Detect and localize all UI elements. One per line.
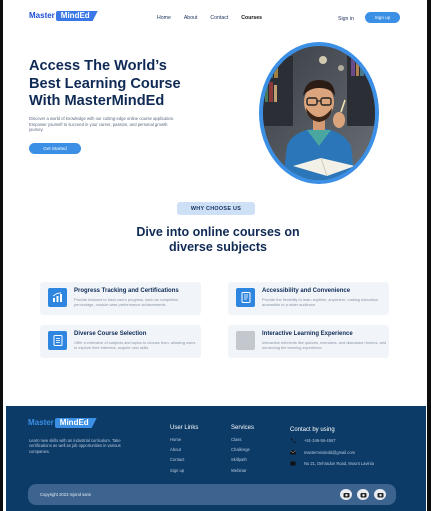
contact-email: mastermindedd@gmail.com <box>290 450 374 455</box>
service-link-class[interactable]: Class <box>231 437 254 442</box>
footer-link-home[interactable]: Home <box>170 437 198 442</box>
logo[interactable]: Master MindEd <box>29 11 98 21</box>
services: Services Class Challenge Skillpath Webin… <box>231 425 254 478</box>
get-started-button[interactable]: Get Started <box>29 143 81 154</box>
footer-description: Learn new skills with an industrial curr… <box>29 438 121 454</box>
nav-contact[interactable]: Contact <box>210 15 228 21</box>
footer-link-contact[interactable]: Contact <box>170 457 198 462</box>
social-icon-3[interactable] <box>374 489 386 500</box>
list-icon <box>48 331 67 350</box>
user-links-heading: User Links <box>170 425 199 431</box>
section-title: Dive into online courses on diverse subj… <box>136 225 300 254</box>
header: Master MindEd Home About Contact Courses… <box>0 0 431 34</box>
feature-card-interactive: Interactive Learning Experience Interact… <box>228 325 389 358</box>
contact-address: No 21, Dehradun Road, Mount Lavinia <box>290 461 374 466</box>
location-icon <box>290 461 296 466</box>
main-nav: Home About Contact Courses <box>157 15 275 21</box>
contact-heading: Contact by using <box>290 427 335 433</box>
contact-phone: +91-346-56-4567 <box>290 438 374 443</box>
chart-icon <box>48 288 67 307</box>
logo-text-master: Master <box>29 11 55 20</box>
feature-title: Diverse Course Selection <box>74 331 147 337</box>
footer-link-signup[interactable]: Sign up <box>170 468 198 473</box>
service-link-skillpath[interactable]: Skillpath <box>231 457 254 462</box>
contact-address-text: No 21, Dehradun Road, Mount Lavinia <box>304 461 374 466</box>
why-choose-us-badge: WHY CHOOSE US <box>177 202 255 215</box>
footer-logo[interactable]: Master MindEd <box>28 418 97 428</box>
feature-description: Offer a extensive of subjects and topics… <box>74 340 196 350</box>
page: Master MindEd Home About Contact Courses… <box>0 0 431 511</box>
student-studying-photo <box>263 46 375 180</box>
placeholder-icon <box>236 331 255 350</box>
feature-title: Progress Tracking and Certifications <box>74 288 179 294</box>
feature-card-diverse: Diverse Course Selection Offer a extensi… <box>40 325 201 358</box>
signup-button[interactable]: Sign up <box>365 12 400 23</box>
hero-title: Access The World’s Best Learning Course … <box>29 58 181 109</box>
logo-text-minded: MindEd <box>55 11 98 21</box>
contact-email-text[interactable]: mastermindedd@gmail.com <box>304 450 355 455</box>
footer-link-about[interactable]: About <box>170 447 198 452</box>
signin-link[interactable]: Sign in <box>338 16 354 22</box>
feature-title: Interactive Learning Experience <box>262 331 353 337</box>
service-link-webinar[interactable]: Webinar <box>231 468 254 473</box>
logo-text-master: Master <box>28 418 54 427</box>
service-link-challenge[interactable]: Challenge <box>231 447 254 452</box>
contact-info: Contact by using +91-346-56-4567 masterm… <box>290 427 374 473</box>
feature-description: Interactive elements like quizzes, exerc… <box>262 340 387 350</box>
contact-phone-text[interactable]: +91-346-56-4567 <box>304 438 336 443</box>
feature-description: Provide features to track users progress… <box>74 297 179 307</box>
social-icon-1[interactable] <box>340 489 352 500</box>
copyright: Copyright 2023 mjond sans <box>40 492 91 497</box>
services-heading: Services <box>231 425 255 431</box>
footer-bottom-bar: Copyright 2023 mjond sans <box>28 484 396 505</box>
feature-description: Provide the flexibility to learn anytime… <box>262 297 378 307</box>
feature-title: Accessibility and Convenience <box>262 288 351 294</box>
document-icon <box>236 288 255 307</box>
footer: Master MindEd Learn new skills with an i… <box>6 406 426 511</box>
logo-text-minded: MindEd <box>54 418 97 428</box>
feature-card-accessibility: Accessibility and Convenience Provide th… <box>228 282 389 315</box>
nav-home[interactable]: Home <box>157 15 171 21</box>
feature-card-progress: Progress Tracking and Certifications Pro… <box>40 282 201 315</box>
social-icon-2[interactable] <box>357 489 369 500</box>
mail-icon <box>290 450 296 455</box>
user-links: User Links Home About Contact Sign up <box>170 425 198 478</box>
hero-description: Discover a world of knowledge with our c… <box>29 116 175 133</box>
nav-courses[interactable]: Courses <box>241 15 262 21</box>
phone-icon <box>290 438 296 443</box>
nav-about[interactable]: About <box>184 15 198 21</box>
hero-image <box>259 42 379 184</box>
